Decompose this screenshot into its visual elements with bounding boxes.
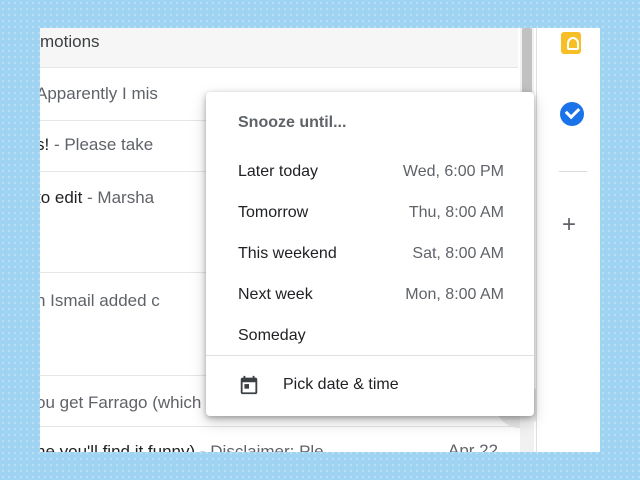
email-snippet: - Please take: [49, 135, 154, 154]
email-snippet: - Marsha: [82, 188, 155, 207]
snooze-option-label: This weekend: [238, 245, 337, 262]
snooze-option-this-weekend[interactable]: This weekend Sat, 8:00 AM: [206, 235, 534, 275]
snooze-option-time: Sat, 8:00 AM: [412, 245, 504, 262]
snooze-option-label: Next week: [238, 286, 313, 303]
side-panel: +: [537, 28, 600, 452]
snooze-option-later-today[interactable]: Later today Wed, 6:00 PM: [206, 153, 534, 193]
email-row[interactable]: ne you'll find it funny) - Disclaimer: P…: [40, 428, 518, 452]
gmail-window: motions Apparently I mis s! - Please tak…: [40, 28, 600, 452]
snooze-option-someday[interactable]: Someday: [206, 317, 534, 357]
pick-date-time-option[interactable]: Pick date & time: [206, 362, 534, 408]
email-subject: s!: [40, 135, 50, 154]
snooze-option-time: Thu, 8:00 AM: [408, 204, 504, 221]
email-snippet: Apparently I mis: [40, 84, 158, 103]
snooze-option-next-week[interactable]: Next week Mon, 8:00 AM: [206, 276, 534, 316]
tasks-icon[interactable]: [560, 102, 584, 126]
email-snippet: n Ismail added c: [40, 291, 160, 310]
calendar-icon: [240, 375, 258, 395]
snooze-option-label: Someday: [238, 327, 306, 344]
snooze-option-tomorrow[interactable]: Tomorrow Thu, 8:00 AM: [206, 194, 534, 234]
keep-icon[interactable]: [561, 32, 581, 54]
email-subject: to edit: [40, 188, 83, 207]
email-subject: ne you'll find it funny): [40, 442, 196, 452]
email-snippet: - Disclaimer: Ple: [195, 442, 324, 452]
snooze-option-time: Mon, 8:00 AM: [405, 286, 504, 303]
email-date: Apr 22: [448, 441, 499, 452]
category-label: motions: [40, 32, 100, 51]
snooze-menu-separator: [206, 355, 534, 356]
snooze-menu-title: Snooze until...: [238, 114, 347, 131]
snooze-menu: Snooze until... Later today Wed, 6:00 PM…: [206, 92, 534, 416]
snooze-option-label: Later today: [238, 163, 319, 180]
category-header[interactable]: motions: [40, 28, 518, 68]
snooze-option-label: Tomorrow: [238, 204, 309, 221]
pick-date-time-label: Pick date & time: [283, 376, 399, 393]
snooze-option-time: Wed, 6:00 PM: [402, 163, 504, 180]
add-addon-icon[interactable]: +: [562, 213, 576, 237]
side-panel-separator: [559, 171, 587, 172]
